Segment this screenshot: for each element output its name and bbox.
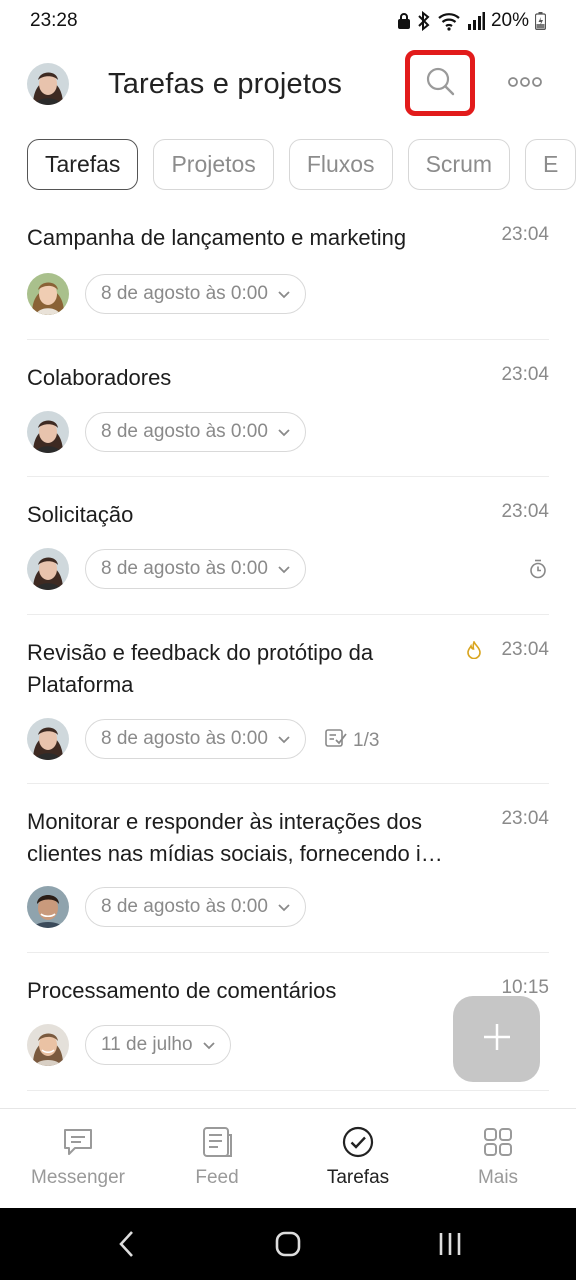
app-header: Tarefas e projetos <box>0 50 576 120</box>
assignee-avatar <box>27 411 69 453</box>
checklist-count: 1/3 <box>353 730 380 751</box>
task-item[interactable]: Solicitação 23:04 8 de agosto às 0:00 <box>27 477 549 615</box>
chevron-down-icon <box>278 896 290 918</box>
deadline-label: 8 de agosto às 0:00 <box>101 421 268 442</box>
checklist-icon <box>325 728 347 754</box>
chevron-down-icon <box>278 421 290 443</box>
deadline-label: 8 de agosto às 0:00 <box>101 728 268 749</box>
deadline-dropdown[interactable]: 8 de agosto às 0:00 <box>85 549 306 589</box>
nav-mais[interactable]: Mais <box>426 1125 570 1189</box>
battery-level: 20% <box>490 10 529 31</box>
checklist-progress: 1/3 <box>325 728 379 754</box>
user-avatar[interactable] <box>27 63 69 105</box>
task-title: Revisão e feedback do protótipo da Plata… <box>27 640 374 697</box>
task-item[interactable]: Campanha de lançamento e marketing 23:04… <box>27 200 549 340</box>
timer-icon <box>529 559 547 584</box>
deadline-label: 8 de agosto às 0:00 <box>101 558 268 579</box>
feed-icon <box>145 1125 289 1159</box>
more-options-button[interactable] <box>502 70 548 98</box>
deadline-dropdown[interactable]: 11 de julho <box>85 1025 231 1065</box>
deadline-dropdown[interactable]: 8 de agosto às 0:00 <box>85 412 306 452</box>
bluetooth-icon <box>417 11 431 31</box>
home-icon[interactable] <box>274 1230 302 1263</box>
status-time: 23:28 <box>30 10 78 31</box>
grid-icon <box>426 1125 570 1159</box>
chevron-down-icon <box>278 728 290 750</box>
task-time: 23:04 <box>501 501 549 522</box>
flame-icon <box>467 640 481 664</box>
task-time: 23:04 <box>501 808 549 829</box>
task-title: Campanha de lançamento e marketing <box>27 225 407 250</box>
tab-fluxos[interactable]: Fluxos <box>288 139 393 190</box>
task-title: Processamento de comentários <box>27 978 337 1003</box>
nav-tarefas[interactable]: Tarefas <box>286 1125 430 1189</box>
tab-overflow[interactable]: E <box>525 139 576 190</box>
status-bar: 23:28 20% <box>0 0 576 42</box>
chevron-down-icon <box>202 1034 215 1056</box>
add-task-button[interactable] <box>453 996 540 1082</box>
assignee-avatar <box>27 718 69 760</box>
task-title: Monitorar e responder às interações dos … <box>27 809 443 866</box>
task-title: Colaboradores <box>27 365 172 390</box>
nav-label: Mais <box>477 1167 519 1188</box>
chevron-down-icon <box>278 283 290 305</box>
nav-label: Feed <box>195 1167 239 1188</box>
filter-tabs: Tarefas Projetos Fluxos Scrum E <box>27 139 576 191</box>
tab-scrum[interactable]: Scrum <box>407 139 511 190</box>
assignee-avatar <box>27 886 69 928</box>
bottom-navigation: Messenger Feed Tarefas Mais <box>0 1108 576 1208</box>
deadline-label: 11 de julho <box>101 1034 193 1055</box>
deadline-label: 8 de agosto às 0:00 <box>101 896 268 917</box>
assignee-avatar <box>27 548 69 590</box>
tab-projetos[interactable]: Projetos <box>153 139 274 190</box>
signal-icon <box>467 12 485 30</box>
chat-icon <box>6 1125 150 1159</box>
wifi-icon <box>437 11 461 31</box>
deadline-dropdown[interactable]: 8 de agosto às 0:00 <box>85 719 306 759</box>
lock-icon <box>397 12 411 30</box>
task-time: 23:04 <box>501 224 549 245</box>
task-title: Solicitação <box>27 502 134 527</box>
deadline-dropdown[interactable]: 8 de agosto às 0:00 <box>85 274 306 314</box>
task-time: 23:04 <box>501 639 549 660</box>
back-icon[interactable] <box>118 1230 136 1263</box>
nav-messenger[interactable]: Messenger <box>6 1125 150 1189</box>
nav-feed[interactable]: Feed <box>145 1125 289 1189</box>
task-item[interactable]: Monitorar e responder às interações dos … <box>27 784 549 953</box>
assignee-avatar <box>27 1024 69 1066</box>
tab-tarefas[interactable]: Tarefas <box>27 139 139 190</box>
page-title: Tarefas e projetos <box>108 68 343 100</box>
assignee-avatar <box>27 273 69 315</box>
task-time: 23:04 <box>501 364 549 385</box>
more-dots-icon <box>508 75 542 93</box>
nav-label: Tarefas <box>326 1167 390 1188</box>
recent-apps-icon[interactable] <box>438 1230 462 1263</box>
nav-label: Messenger <box>31 1167 125 1188</box>
check-circle-icon <box>286 1125 430 1159</box>
task-item[interactable]: Revisão e feedback do protótipo da Plata… <box>27 615 549 784</box>
task-item[interactable]: Colaboradores 23:04 8 de agosto às 0:00 <box>27 340 549 477</box>
plus-icon <box>482 1022 512 1057</box>
battery-icon <box>535 12 546 30</box>
system-navigation-bar <box>0 1208 576 1280</box>
deadline-dropdown[interactable]: 8 de agosto às 0:00 <box>85 887 306 927</box>
chevron-down-icon <box>278 558 290 580</box>
search-icon <box>425 66 455 101</box>
status-icons: 20% <box>397 10 546 32</box>
search-button[interactable] <box>405 50 475 116</box>
deadline-label: 8 de agosto às 0:00 <box>101 283 268 304</box>
